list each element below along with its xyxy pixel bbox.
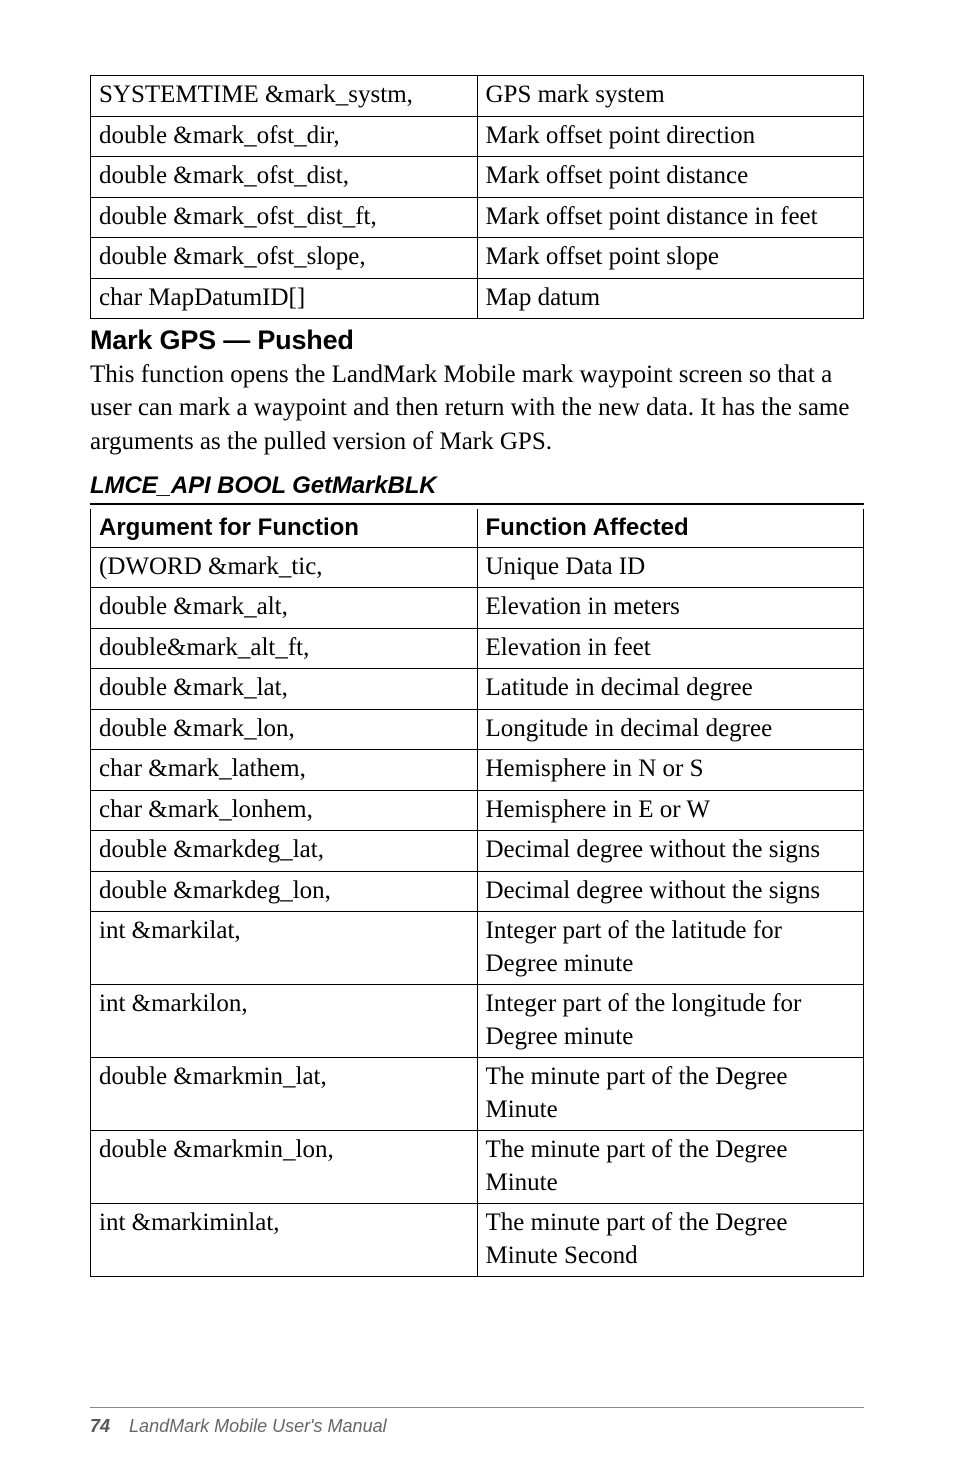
argument-cell: int &markiminlat, bbox=[91, 1204, 478, 1277]
table-row: double &mark_ofst_dist,Mark offset point… bbox=[91, 157, 864, 198]
table-row: double &markdeg_lon,Decimal degree witho… bbox=[91, 871, 864, 912]
description-cell: Decimal degree without the signs bbox=[477, 871, 864, 912]
table-row: char MapDatumID[]Map datum bbox=[91, 278, 864, 319]
table-row: double &mark_lon,Longitude in decimal de… bbox=[91, 709, 864, 750]
description-cell: Latitude in decimal degree bbox=[477, 669, 864, 710]
argument-cell: char &mark_lathem, bbox=[91, 750, 478, 791]
description-cell: Integer part of the longitude for Degree… bbox=[477, 985, 864, 1058]
argument-cell: double &mark_ofst_dir, bbox=[91, 116, 478, 157]
description-cell: Elevation in feet bbox=[477, 628, 864, 669]
description-cell: Mark offset point slope bbox=[477, 238, 864, 279]
description-cell: Longitude in decimal degree bbox=[477, 709, 864, 750]
table-row: (DWORD &mark_tic,Unique Data ID bbox=[91, 547, 864, 588]
argument-cell: (DWORD &mark_tic, bbox=[91, 547, 478, 588]
table-row: double&mark_alt_ft,Elevation in feet bbox=[91, 628, 864, 669]
argument-cell: double &mark_alt, bbox=[91, 588, 478, 629]
table-row: int &markilat,Integer part of the latitu… bbox=[91, 912, 864, 985]
argument-cell: double &markmin_lat, bbox=[91, 1058, 478, 1131]
api-table-getmarkblk: Argument for Function Function Affected … bbox=[90, 509, 864, 1278]
description-cell: Hemisphere in N or S bbox=[477, 750, 864, 791]
argument-cell: double &mark_lat, bbox=[91, 669, 478, 710]
table-row: int &markilon,Integer part of the longit… bbox=[91, 985, 864, 1058]
table-header-argument: Argument for Function bbox=[91, 509, 478, 548]
table-row: char &mark_lathem,Hemisphere in N or S bbox=[91, 750, 864, 791]
argument-cell: double &mark_ofst_slope, bbox=[91, 238, 478, 279]
section-paragraph: This function opens the LandMark Mobile … bbox=[90, 358, 864, 458]
table-row: int &markiminlat,The minute part of the … bbox=[91, 1204, 864, 1277]
table-row: SYSTEMTIME &mark_systm,GPS mark system bbox=[91, 76, 864, 117]
argument-cell: double &mark_lon, bbox=[91, 709, 478, 750]
table-row: double &mark_ofst_dir,Mark offset point … bbox=[91, 116, 864, 157]
table-row: double &markmin_lat,The minute part of t… bbox=[91, 1058, 864, 1131]
table-row: double &mark_lat,Latitude in decimal deg… bbox=[91, 669, 864, 710]
page-footer: 74 LandMark Mobile User's Manual bbox=[90, 1407, 864, 1437]
table-row: double &mark_ofst_dist_ft,Mark offset po… bbox=[91, 197, 864, 238]
description-cell: Mark offset point distance bbox=[477, 157, 864, 198]
description-cell: Mark offset point direction bbox=[477, 116, 864, 157]
description-cell: Mark offset point distance in feet bbox=[477, 197, 864, 238]
argument-cell: double &markmin_lon, bbox=[91, 1131, 478, 1204]
argument-cell: int &markilat, bbox=[91, 912, 478, 985]
description-cell: Decimal degree without the signs bbox=[477, 831, 864, 872]
api-table-continuation: SYSTEMTIME &mark_systm,GPS mark systemdo… bbox=[90, 75, 864, 319]
description-cell: Elevation in meters bbox=[477, 588, 864, 629]
table-row: double &markmin_lon,The minute part of t… bbox=[91, 1131, 864, 1204]
table-header-function: Function Affected bbox=[477, 509, 864, 548]
argument-cell: double &mark_ofst_dist, bbox=[91, 157, 478, 198]
argument-cell: double &markdeg_lon, bbox=[91, 871, 478, 912]
argument-cell: double &mark_ofst_dist_ft, bbox=[91, 197, 478, 238]
description-cell: The minute part of the Degree Minute Sec… bbox=[477, 1204, 864, 1277]
table-row: char &mark_lonhem,Hemisphere in E or W bbox=[91, 790, 864, 831]
argument-cell: int &markilon, bbox=[91, 985, 478, 1058]
table-row: double &markdeg_lat,Decimal degree witho… bbox=[91, 831, 864, 872]
section-heading-mark-gps-pushed: Mark GPS — Pushed bbox=[90, 325, 864, 356]
description-cell: Unique Data ID bbox=[477, 547, 864, 588]
argument-cell: char &mark_lonhem, bbox=[91, 790, 478, 831]
description-cell: Map datum bbox=[477, 278, 864, 319]
argument-cell: SYSTEMTIME &mark_systm, bbox=[91, 76, 478, 117]
description-cell: Hemisphere in E or W bbox=[477, 790, 864, 831]
argument-cell: char MapDatumID[] bbox=[91, 278, 478, 319]
argument-cell: double&mark_alt_ft, bbox=[91, 628, 478, 669]
manual-title: LandMark Mobile User's Manual bbox=[129, 1416, 387, 1436]
function-signature-heading: LMCE_API BOOL GetMarkBLK bbox=[90, 472, 864, 505]
description-cell: The minute part of the Degree Minute bbox=[477, 1131, 864, 1204]
description-cell: GPS mark system bbox=[477, 76, 864, 117]
table-row: double &mark_ofst_slope,Mark offset poin… bbox=[91, 238, 864, 279]
table-row: double &mark_alt,Elevation in meters bbox=[91, 588, 864, 629]
description-cell: The minute part of the Degree Minute bbox=[477, 1058, 864, 1131]
description-cell: Integer part of the latitude for Degree … bbox=[477, 912, 864, 985]
argument-cell: double &markdeg_lat, bbox=[91, 831, 478, 872]
page-number: 74 bbox=[90, 1416, 110, 1436]
